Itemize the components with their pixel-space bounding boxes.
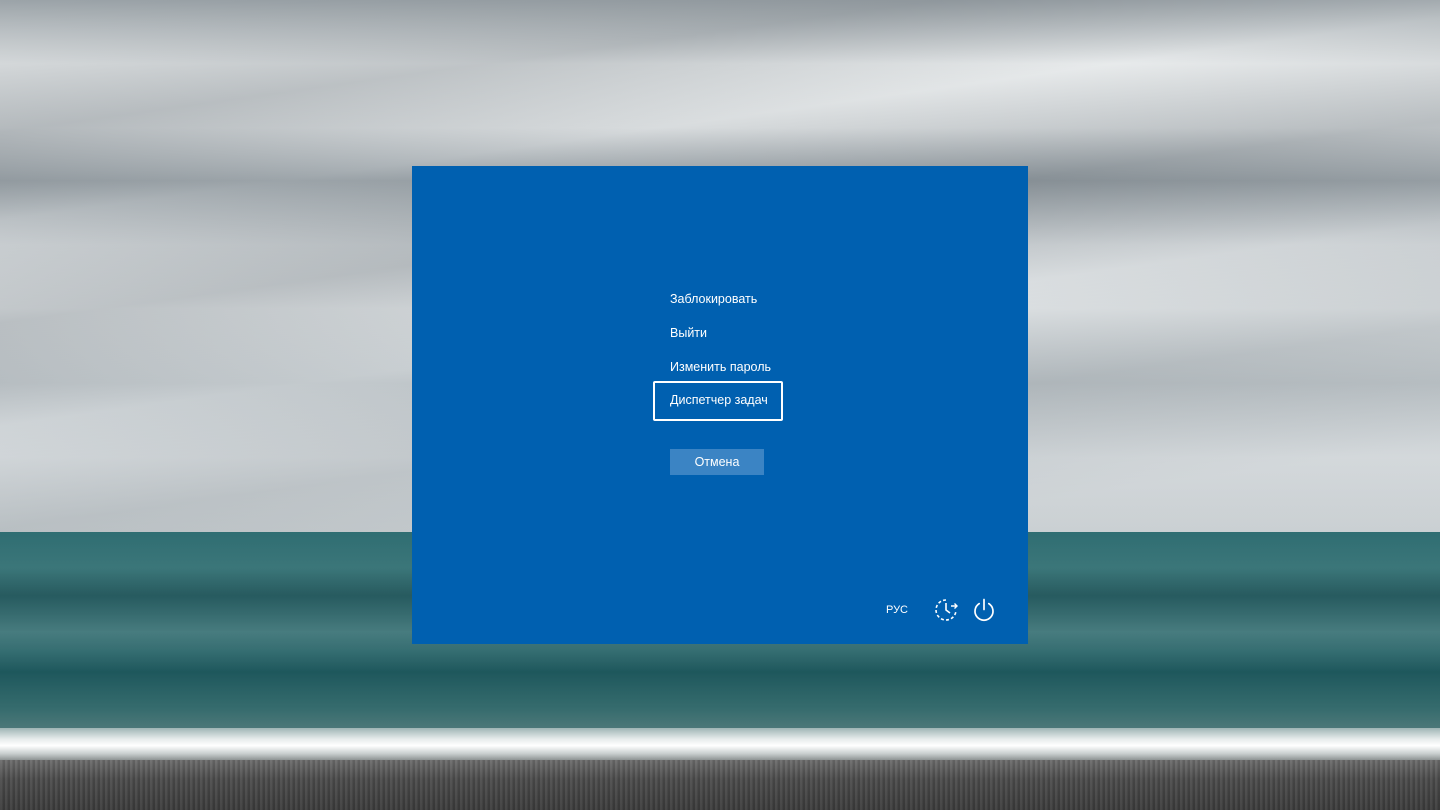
- cancel-button[interactable]: Отмена: [670, 449, 764, 475]
- task-manager-option[interactable]: Диспетчер задач: [653, 381, 783, 421]
- ease-of-access-icon[interactable]: [932, 596, 960, 624]
- bottom-toolbar: РУС: [886, 596, 998, 624]
- lock-option[interactable]: Заблокировать: [653, 280, 783, 318]
- sign-out-option[interactable]: Выйти: [653, 314, 783, 352]
- background-beach: [0, 760, 1440, 810]
- language-indicator[interactable]: РУС: [886, 604, 908, 616]
- background-surf: [0, 728, 1440, 760]
- security-options-panel: Заблокировать Выйти Изменить пароль Дисп…: [412, 166, 1028, 644]
- power-icon[interactable]: [970, 596, 998, 624]
